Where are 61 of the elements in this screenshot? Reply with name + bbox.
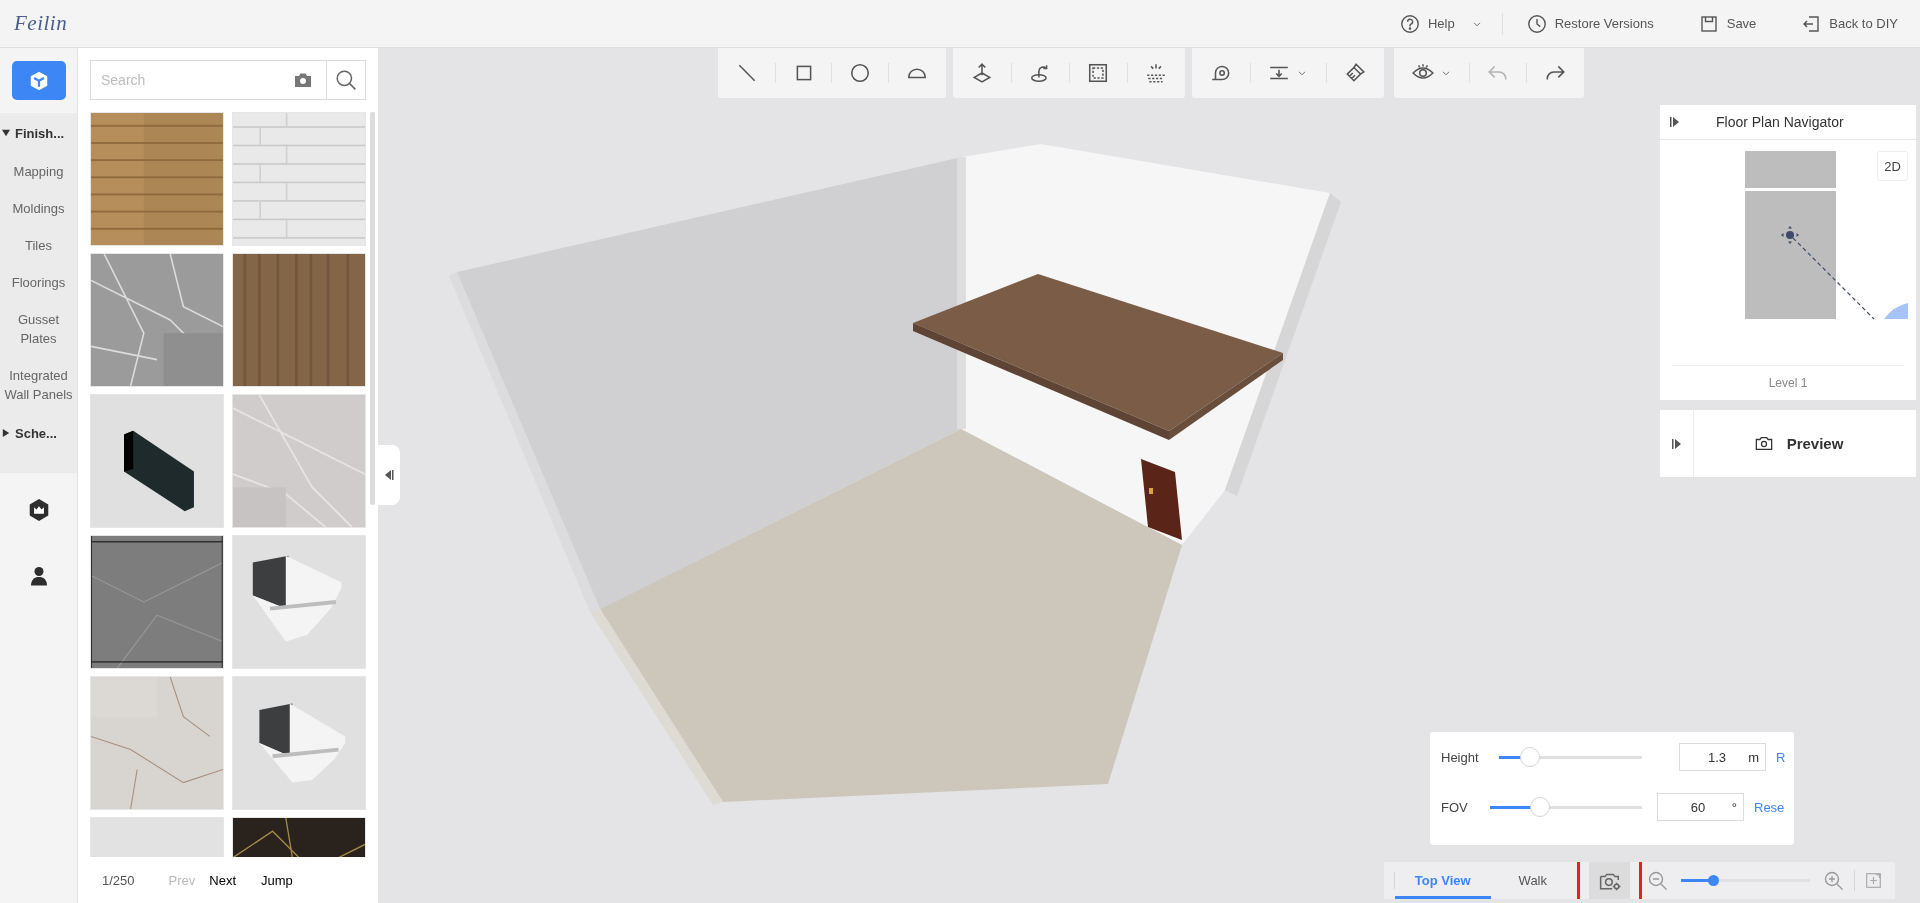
help-menu[interactable]: Help xyxy=(1399,9,1483,38)
models-button[interactable] xyxy=(11,61,66,100)
help-icon xyxy=(1399,13,1420,34)
number-field[interactable]: 60 ° xyxy=(1657,793,1744,821)
reset-link[interactable]: Rese xyxy=(1754,799,1794,815)
subcategory-item[interactable]: Gusset Plates xyxy=(4,310,73,348)
setting-label: Height xyxy=(1441,749,1479,765)
logo[interactable]: Feilin xyxy=(14,11,68,36)
subcategory-item[interactable]: Moldings xyxy=(4,199,73,218)
crown-icon xyxy=(27,498,50,522)
expand-icon[interactable] xyxy=(1670,116,1680,128)
reset-link[interactable]: R xyxy=(1776,749,1794,765)
search-field[interactable]: Search xyxy=(90,60,326,100)
unit-label: m xyxy=(1748,749,1759,765)
subcategory-item[interactable]: Floorings xyxy=(4,273,73,292)
clock-icon xyxy=(1526,13,1547,34)
fit-view-icon xyxy=(1865,872,1882,889)
extrude-icon xyxy=(971,62,993,84)
scrollbar[interactable] xyxy=(370,112,375,505)
camera-icon[interactable] xyxy=(294,72,312,88)
slider[interactable] xyxy=(1498,747,1642,767)
brush-icon xyxy=(1344,62,1366,84)
person-icon xyxy=(29,566,48,586)
subcategory-item[interactable]: Mapping xyxy=(4,162,73,181)
save-icon xyxy=(1698,13,1719,34)
circle-icon xyxy=(849,62,872,84)
exit-icon xyxy=(1801,13,1822,34)
camera-icon xyxy=(1754,434,1773,453)
level-label: Level 1 xyxy=(1768,376,1808,390)
subcategory-item[interactable]: Tiles xyxy=(4,236,73,255)
collapse-icon xyxy=(384,469,394,481)
jump-link[interactable]: Jump xyxy=(261,873,293,888)
setting-label: FOV xyxy=(1441,799,1468,815)
slider-thumb[interactable] xyxy=(1529,797,1550,817)
category-item[interactable]: Sche... xyxy=(15,425,57,441)
slider-thumb[interactable] xyxy=(1708,875,1720,886)
header-button[interactable]: Restore Versions xyxy=(1526,9,1654,38)
collapse-panel-button[interactable] xyxy=(378,445,400,505)
view-mode-button[interactable]: 2D xyxy=(1877,151,1908,181)
unit-label: ° xyxy=(1731,799,1737,815)
number-field[interactable]: 1.3 m xyxy=(1679,743,1766,771)
zoom-in-icon xyxy=(1824,870,1844,891)
subcategory-item[interactable]: Integrated Wall Panels xyxy=(4,366,73,404)
header-button[interactable]: Save xyxy=(1698,9,1757,38)
header-button[interactable]: Back to DIY xyxy=(1801,9,1898,38)
next-link[interactable]: Next xyxy=(209,873,236,888)
light-icon xyxy=(1145,62,1167,84)
expand-icon[interactable] xyxy=(1671,437,1682,450)
search-button[interactable] xyxy=(326,60,366,100)
zoom-out-icon xyxy=(1648,870,1668,891)
search-icon xyxy=(335,69,357,91)
line-icon xyxy=(736,62,758,84)
panel-title: Floor Plan Navigator xyxy=(1716,114,1844,130)
view-tab[interactable]: Walk xyxy=(1490,865,1571,899)
camera-settings-button[interactable] xyxy=(1589,862,1630,899)
category-item[interactable]: Finish... xyxy=(15,125,65,141)
slider[interactable] xyxy=(1489,797,1642,817)
page-count: 1/250 xyxy=(102,873,135,888)
frame-icon xyxy=(1087,62,1109,84)
slider-thumb[interactable] xyxy=(1520,747,1541,767)
preview-button[interactable]: Preview xyxy=(1694,410,1904,477)
